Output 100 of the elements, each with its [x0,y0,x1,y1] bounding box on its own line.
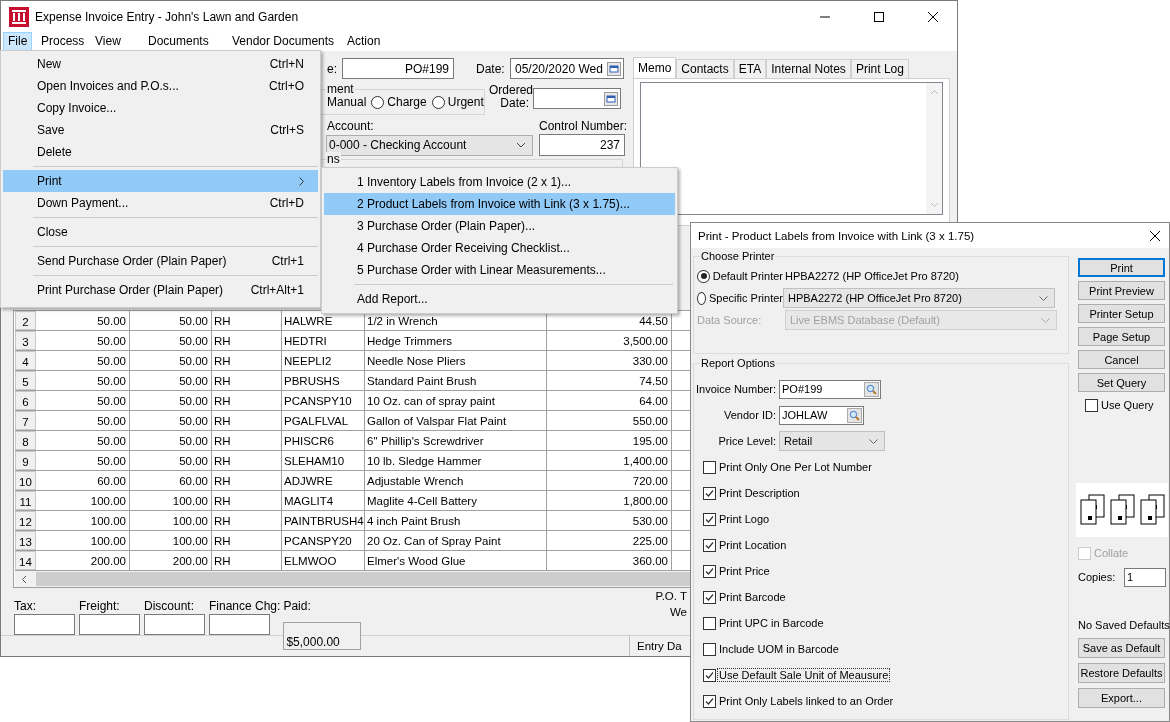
checkbox[interactable]: Print Price [696,558,1068,584]
checkbox[interactable]: Include UOM in Barcode [696,636,1068,662]
radio-button[interactable]: Urgent [431,95,484,109]
table-cell: NEEPLI2 [282,351,365,370]
scroll-left-icon[interactable] [21,574,27,584]
caret-icon [1041,317,1050,323]
app-logo-icon [9,6,29,27]
control-number-field[interactable]: 237 [539,134,625,156]
search-icon[interactable] [864,381,879,397]
menu-bar-item[interactable]: Documents [144,32,213,51]
charge-label: Finance Chg: [209,599,281,613]
table-cell: 530.00 [547,511,672,530]
dialog-button[interactable]: Print [1078,258,1165,277]
copies-field[interactable]: 1 [1124,567,1166,587]
checkbox[interactable]: Print Barcode [696,584,1068,610]
date-field[interactable]: 05/20/2020 Wed [510,58,624,79]
maximize-icon[interactable] [873,10,885,23]
menu-item[interactable]: 1 Inventory Labels from Invoice (2 x 1)... [324,171,675,193]
checkbox[interactable]: Print Description [696,480,1068,506]
menu-bar-item[interactable]: Process [37,32,89,51]
table-cell: 3,500.00 [547,331,672,350]
account-dropdown[interactable]: 0-000 - Checking Account [326,134,533,156]
printer-dropdown[interactable]: HPBA2272 (HP OfficeJet Pro 8720) [783,288,1055,308]
table-cell: 225.00 [547,531,672,550]
menu-item[interactable]: Close [3,221,318,243]
dialog-button[interactable]: Set Query [1078,373,1165,392]
dialog-button[interactable]: Page Setup [1078,327,1165,346]
table-cell: 100.00 [130,511,212,530]
radio-button[interactable]: Default Printer [697,269,783,283]
dialog-button[interactable]: Printer Setup [1078,304,1165,323]
menu-bar-item[interactable]: View [91,32,125,51]
close-icon[interactable] [927,10,939,23]
account-label: Account: [327,119,375,133]
ordered-date-field[interactable] [533,88,621,109]
dialog-button[interactable]: Cancel [1078,350,1165,369]
dialog-button[interactable]: Restore Defaults [1078,663,1165,683]
charge-field[interactable] [79,614,140,635]
table-cell: 100.00 [37,511,130,530]
menu-item[interactable]: 5 Purchase Order with Linear Measurements... [324,259,675,281]
table-cell: 330.00 [547,351,672,370]
checkbox[interactable]: Print Only Labels linked to an Order [696,688,1068,714]
invoice-field[interactable]: PO#199 [342,58,454,79]
menu-item[interactable]: 3 Purchase Order (Plain Paper)... [324,215,675,237]
table-cell: RH [212,511,282,530]
tab[interactable]: Internal Notes [766,59,851,78]
table-cell: 1,800.00 [547,491,672,510]
menu-bar-item[interactable]: Vendor Documents [228,32,339,51]
charge-label: Freight: [79,599,121,613]
menu-item[interactable]: Print Purchase Order (Plain Paper) Ctrl+Alt+1 [3,279,318,301]
invoice-number-field[interactable]: PO#199 [779,379,881,399]
charge-field[interactable]: $5,000.00 [283,622,362,650]
row-number: 6 [15,391,36,410]
menu-item[interactable]: New Ctrl+N [3,53,318,75]
vendor-id-field[interactable]: JOHLAW [779,405,864,425]
table-cell: Hedge Trimmers [365,331,547,350]
menu-item[interactable]: Delete [3,141,318,163]
radio-button[interactable]: Charge [371,95,427,109]
checkbox[interactable]: Print Logo [696,506,1068,532]
menu-bar-item[interactable]: Action [343,32,385,51]
table-cell: 74.50 [547,371,672,390]
table-cell: 50.00 [37,431,130,450]
table-cell: 50.00 [37,331,130,350]
search-icon[interactable] [847,407,862,423]
radio-button[interactable]: Specific Printer [697,291,783,305]
menu-item[interactable]: Open Invoices and P.O.s... Ctrl+O [3,75,318,97]
calendar-icon[interactable] [604,91,618,106]
menu-item[interactable]: 4 Purchase Order Receiving Checklist... [324,237,675,259]
table-cell: 50.00 [130,391,212,410]
data-source-label: Data Source: [697,314,763,326]
group-legend: ment [326,82,355,96]
checkbox[interactable]: Use Query [1085,396,1166,414]
table-cell: ADJWRE [282,471,365,490]
tab[interactable]: Contacts [676,59,734,78]
dialog-button[interactable]: Print Preview [1078,281,1165,300]
menu-item[interactable]: Add Report... [324,288,675,310]
manual-label: Manual [327,95,367,109]
price-level-label: Price Level: [717,435,776,447]
dialog-button[interactable]: Export... [1078,688,1165,708]
tab[interactable]: ETA [733,59,767,78]
menu-item[interactable]: Down Payment... Ctrl+D [3,192,318,214]
menu-item[interactable]: Send Purchase Order (Plain Paper) Ctrl+1 [3,250,318,272]
charge-field[interactable] [14,614,75,635]
price-level-dropdown[interactable]: Retail [779,431,885,451]
table-cell: Needle Nose Pliers [365,351,547,370]
charge-field[interactable] [209,614,270,635]
checkbox[interactable]: Use Default Sale Unit of Meausure [696,662,1068,688]
menu-item[interactable]: Save Ctrl+S [3,119,318,141]
close-icon[interactable] [1149,229,1161,242]
menu-item[interactable]: Print [3,170,318,192]
menu-item[interactable]: Copy Invoice... [3,97,318,119]
checkbox[interactable]: Print UPC in Barcode [696,610,1068,636]
tab[interactable]: Memo [633,57,677,78]
calendar-icon[interactable] [607,61,621,76]
checkbox[interactable]: Print Location [696,532,1068,558]
menu-item[interactable]: 2 Product Labels from Invoice with Link (3 x 1.75)... [324,193,675,215]
dialog-button[interactable]: Save as Default [1078,638,1165,658]
checkbox[interactable]: Print Only One Per Lot Number [696,454,1068,480]
tab[interactable]: Print Log [850,59,909,78]
table-cell: RH [212,411,282,430]
charge-field[interactable] [144,614,205,635]
